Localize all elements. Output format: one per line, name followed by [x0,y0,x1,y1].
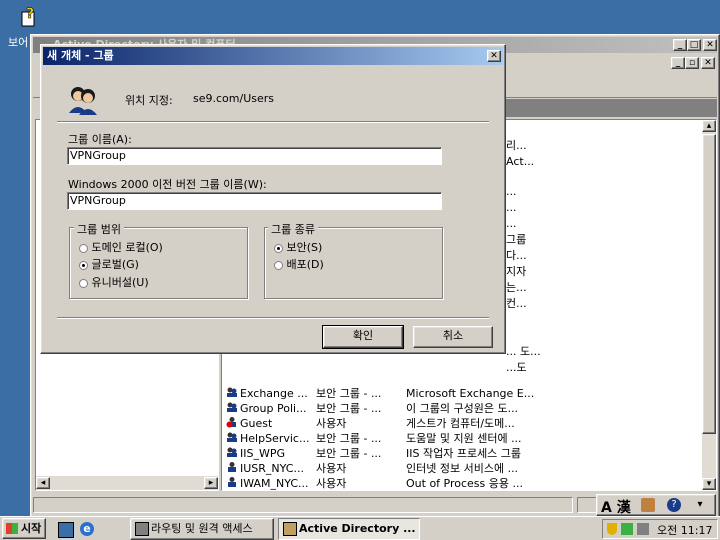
list-header-bar [503,99,717,117]
start-button[interactable]: 시작 [2,518,46,539]
language-bar[interactable]: A 漢 ? ▾ [596,494,716,516]
child-close-button[interactable]: ✕ [701,57,715,69]
type-option-distribution[interactable]: 배포(D) [274,256,324,272]
user-icon [228,462,236,472]
group-scope-title: 그룹 범위 [74,221,124,237]
child-minimize-button[interactable]: _ [671,57,685,69]
radio-icon[interactable] [79,260,88,270]
group-icon [227,402,237,412]
pre2000-input[interactable]: VPNGroup [67,192,442,210]
monitor-icon[interactable] [637,523,649,535]
desktop-icon-label: 보어 [8,36,29,49]
user-icon [228,477,236,487]
pre2000-label: Windows 2000 이전 버전 그룹 이름(W): [68,178,267,191]
ie-icon[interactable]: e [80,522,94,536]
table-row[interactable]: IUSR_NYC... 사용자 인터넷 정보 서비스에 ... [222,461,702,476]
scroll-right-button[interactable]: ▸ [204,477,218,489]
group-name-input[interactable]: VPNGroup [67,147,442,165]
type-option-security[interactable]: 보안(S) [274,239,322,255]
taskbar: 시작 e 라우팅 및 원격 액세스 Active Directory ... 오… [0,516,720,540]
child-restore-button[interactable]: ▫ [685,57,699,69]
dialog-title: 새 개체 - 그룹 [47,49,114,62]
clock[interactable]: 오전 11:17 [657,522,712,538]
cancel-button[interactable]: 취소 [413,326,493,348]
divider [57,121,489,123]
child-window-controls: _ ▫ ✕ [671,57,717,71]
options-arrow-icon[interactable]: ▾ [693,498,707,512]
table-row[interactable]: Guest 사용자 게스트가 컴퓨터/도메... [222,416,702,431]
group-icon [227,432,237,442]
system-tray: 오전 11:17 [602,519,718,539]
radio-icon[interactable] [274,243,283,253]
group-icon [69,87,97,115]
group-icon [227,387,237,397]
svg-text:?: ? [26,6,34,22]
ok-button[interactable]: 확인 [322,325,404,349]
security-shield-icon[interactable] [607,523,617,535]
quick-launch: e [54,520,114,538]
windows-logo-icon [6,523,18,534]
table-row[interactable]: HelpServic... 보안 그룹 - ... 도움말 및 지원 센터에 ... [222,431,702,446]
scroll-thumb[interactable] [702,134,716,434]
divider [57,317,489,319]
group-icon [227,447,237,457]
group-name-label: 그룹 이름(A): [68,133,132,146]
ad-icon [283,522,297,536]
help-file-icon: ? [20,4,38,28]
minimize-button[interactable]: _ [673,39,687,51]
radio-icon[interactable] [79,278,88,288]
help-icon[interactable]: ? [667,498,681,512]
desktop-show-icon[interactable] [58,522,74,538]
network-icon[interactable] [621,523,633,535]
scope-option-global[interactable]: 글로벌(G) [79,256,139,272]
list-vscrollbar[interactable]: ▴ ▾ [702,120,716,490]
scope-option-domain-local[interactable]: 도메인 로컬(O) [79,239,163,255]
table-row[interactable]: IIS_WPG 보안 그룹 - ... IIS 작업자 프로세스 그룹 [222,446,702,461]
tree-hscrollbar[interactable]: ◂ ▸ [36,476,218,490]
task-button-active-directory[interactable]: Active Directory ... [278,518,420,540]
dialog-close-button[interactable]: ✕ [487,50,501,62]
scroll-left-button[interactable]: ◂ [36,477,50,489]
radio-icon[interactable] [274,260,283,270]
close-button[interactable]: ✕ [703,39,717,51]
table-row[interactable]: Exchange ... 보안 그룹 - ... Microsoft Exchang… [222,386,702,401]
ime-label[interactable]: A 漢 [601,497,631,517]
radio-icon[interactable] [79,243,88,253]
disabled-user-icon [226,417,236,428]
maximize-button[interactable]: □ [687,39,701,51]
scroll-down-button[interactable]: ▾ [702,478,716,490]
location-value: se9.com/Users [193,92,274,105]
ime-pad-icon[interactable] [641,498,655,512]
routing-icon [135,522,149,536]
scope-option-universal[interactable]: 유니버설(U) [79,274,149,290]
table-row[interactable]: IWAM_NYC... 사용자 Out of Process 응용 ... [222,476,702,490]
dialog-title-bar[interactable]: 새 개체 - 그룹 ✕ [43,47,503,65]
table-row[interactable]: Group Poli... 보안 그룹 - ... 이 그룹의 구성원은 도... [222,401,702,416]
group-type-title: 그룹 종류 [268,221,318,237]
task-button-routing[interactable]: 라우팅 및 원격 액세스 [130,518,274,540]
location-label: 위치 지정: [125,94,173,107]
new-group-dialog: 새 개체 - 그룹 ✕ 위치 지정: se9.com/Users 그룹 이름(A… [40,44,506,354]
status-panel [33,497,573,513]
scroll-up-button[interactable]: ▴ [702,120,716,132]
